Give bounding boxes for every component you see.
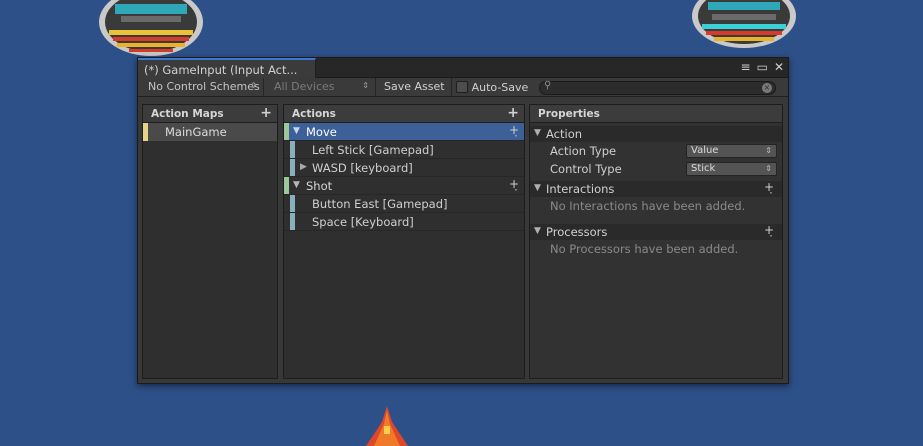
interactions-section-label: Interactions (546, 182, 615, 196)
action-map-color-bar (143, 123, 148, 141)
binding-label: Button East [Gamepad] (312, 197, 448, 211)
binding-color-bar (290, 159, 295, 176)
add-action-map-icon[interactable]: + (260, 105, 272, 121)
actions-title: Actions (292, 108, 336, 120)
processors-section-header[interactable]: ▼ Processors +̣ (530, 223, 782, 240)
action-type-row: Action Type Value ⇕ (530, 142, 782, 160)
dropdown-arrow-icon: ⇕ (765, 146, 772, 155)
binding-row[interactable]: Space [Keyboard] (284, 213, 524, 231)
devices-label: All Devices (274, 79, 335, 93)
binding-color-bar (290, 195, 295, 212)
add-processor-icon[interactable]: +̣ (764, 223, 774, 237)
dropdown-arrow-icon: ⇕ (765, 164, 772, 173)
devices-dropdown[interactable]: All Devices ⇕ (264, 77, 376, 97)
dropdown-arrow-icon: ⇕ (250, 80, 257, 90)
interactions-section-header[interactable]: ▼ Interactions +̣ (530, 180, 782, 197)
control-type-value: Stick (691, 163, 716, 174)
expand-triangle-icon[interactable]: ▼ (534, 183, 541, 193)
dropdown-arrow-icon: ⇕ (362, 80, 369, 90)
action-maps-title: Action Maps (151, 108, 224, 120)
add-binding-icon[interactable]: +̣ (509, 123, 519, 137)
toolbar: No Control Schemes ⇕ All Devices ⇕ Save … (138, 77, 788, 97)
auto-save-label: Auto-Save (471, 80, 529, 94)
action-type-label: Action Type (550, 144, 617, 158)
properties-pane: Properties ▼ Action Action Type Value ⇕ … (529, 104, 783, 379)
binding-label: Left Stick [Gamepad] (312, 143, 434, 157)
action-color-bar (284, 177, 289, 194)
control-type-row: Control Type Stick ⇕ (530, 160, 782, 178)
expand-triangle-icon[interactable]: ▼ (293, 126, 300, 136)
window-controls: ≡ ▭ ✕ (741, 60, 784, 74)
control-type-label: Control Type (550, 162, 622, 176)
action-map-label: MainGame (165, 125, 227, 139)
action-type-dropdown[interactable]: Value ⇕ (686, 144, 777, 158)
enemy-ship-sprite (692, 0, 796, 48)
processors-empty-note: No Processors have been added. (550, 242, 739, 256)
action-map-item[interactable]: MainGame (143, 123, 277, 141)
properties-header: Properties (530, 105, 782, 123)
action-maps-pane: Action Maps + MainGame (142, 104, 278, 379)
window-tab[interactable]: (*) GameInput (Input Act... (138, 58, 316, 79)
add-interaction-icon[interactable]: +̣ (764, 180, 774, 194)
action-color-bar (284, 123, 289, 140)
expand-triangle-icon[interactable]: ▼ (534, 128, 541, 138)
auto-save-checkbox[interactable] (455, 81, 468, 93)
control-type-dropdown[interactable]: Stick ⇕ (686, 162, 777, 176)
player-ship-sprite (366, 406, 408, 446)
processors-section-label: Processors (546, 225, 608, 239)
control-schemes-label: No Control Schemes (148, 79, 260, 93)
save-asset-button[interactable]: Save Asset (376, 77, 452, 97)
action-label: Move (306, 125, 337, 139)
actions-pane: Actions + ▼ Move +̣ Left Stick [Gamepad]… (283, 104, 525, 379)
expand-triangle-icon[interactable]: ▼ (534, 226, 541, 236)
binding-color-bar (290, 141, 295, 158)
binding-row[interactable]: Button East [Gamepad] (284, 195, 524, 213)
interactions-empty-note: No Interactions have been added. (550, 199, 746, 213)
input-actions-window: (*) GameInput (Input Act... ≡ ▭ ✕ No Con… (137, 57, 789, 384)
add-action-icon[interactable]: + (507, 105, 519, 121)
binding-row[interactable]: ▶ WASD [keyboard] (284, 159, 524, 177)
search-icon: ⚲ (544, 80, 552, 91)
actions-header: Actions + (284, 105, 524, 123)
clear-search-icon[interactable]: × (762, 83, 772, 93)
binding-label: WASD [keyboard] (312, 161, 413, 175)
window-titlebar: (*) GameInput (Input Act... ≡ ▭ ✕ (138, 58, 788, 79)
action-section-label: Action (546, 127, 583, 141)
auto-save-toggle[interactable]: Auto-Save (452, 80, 529, 94)
collapsed-triangle-icon[interactable]: ▶ (300, 162, 307, 172)
binding-label: Space [Keyboard] (312, 215, 414, 229)
properties-title: Properties (538, 108, 600, 120)
enemy-ship-sprite (99, 0, 203, 56)
action-section-header[interactable]: ▼ Action (530, 126, 782, 142)
action-row-shot[interactable]: ▼ Shot +̣ (284, 177, 524, 195)
add-binding-icon[interactable]: +̣ (509, 177, 519, 191)
binding-color-bar (290, 213, 295, 230)
binding-row[interactable]: Left Stick [Gamepad] (284, 141, 524, 159)
maximize-icon[interactable]: ▭ (757, 60, 768, 74)
action-label: Shot (306, 179, 333, 193)
menu-icon[interactable]: ≡ (741, 60, 751, 74)
search-field[interactable]: ⚲ × (539, 80, 776, 95)
control-schemes-dropdown[interactable]: No Control Schemes ⇕ (138, 77, 264, 97)
action-maps-header: Action Maps + (143, 105, 277, 123)
action-type-value: Value (691, 145, 719, 156)
close-icon[interactable]: ✕ (774, 60, 784, 74)
expand-triangle-icon[interactable]: ▼ (293, 180, 300, 190)
action-row-move[interactable]: ▼ Move +̣ (284, 123, 524, 141)
